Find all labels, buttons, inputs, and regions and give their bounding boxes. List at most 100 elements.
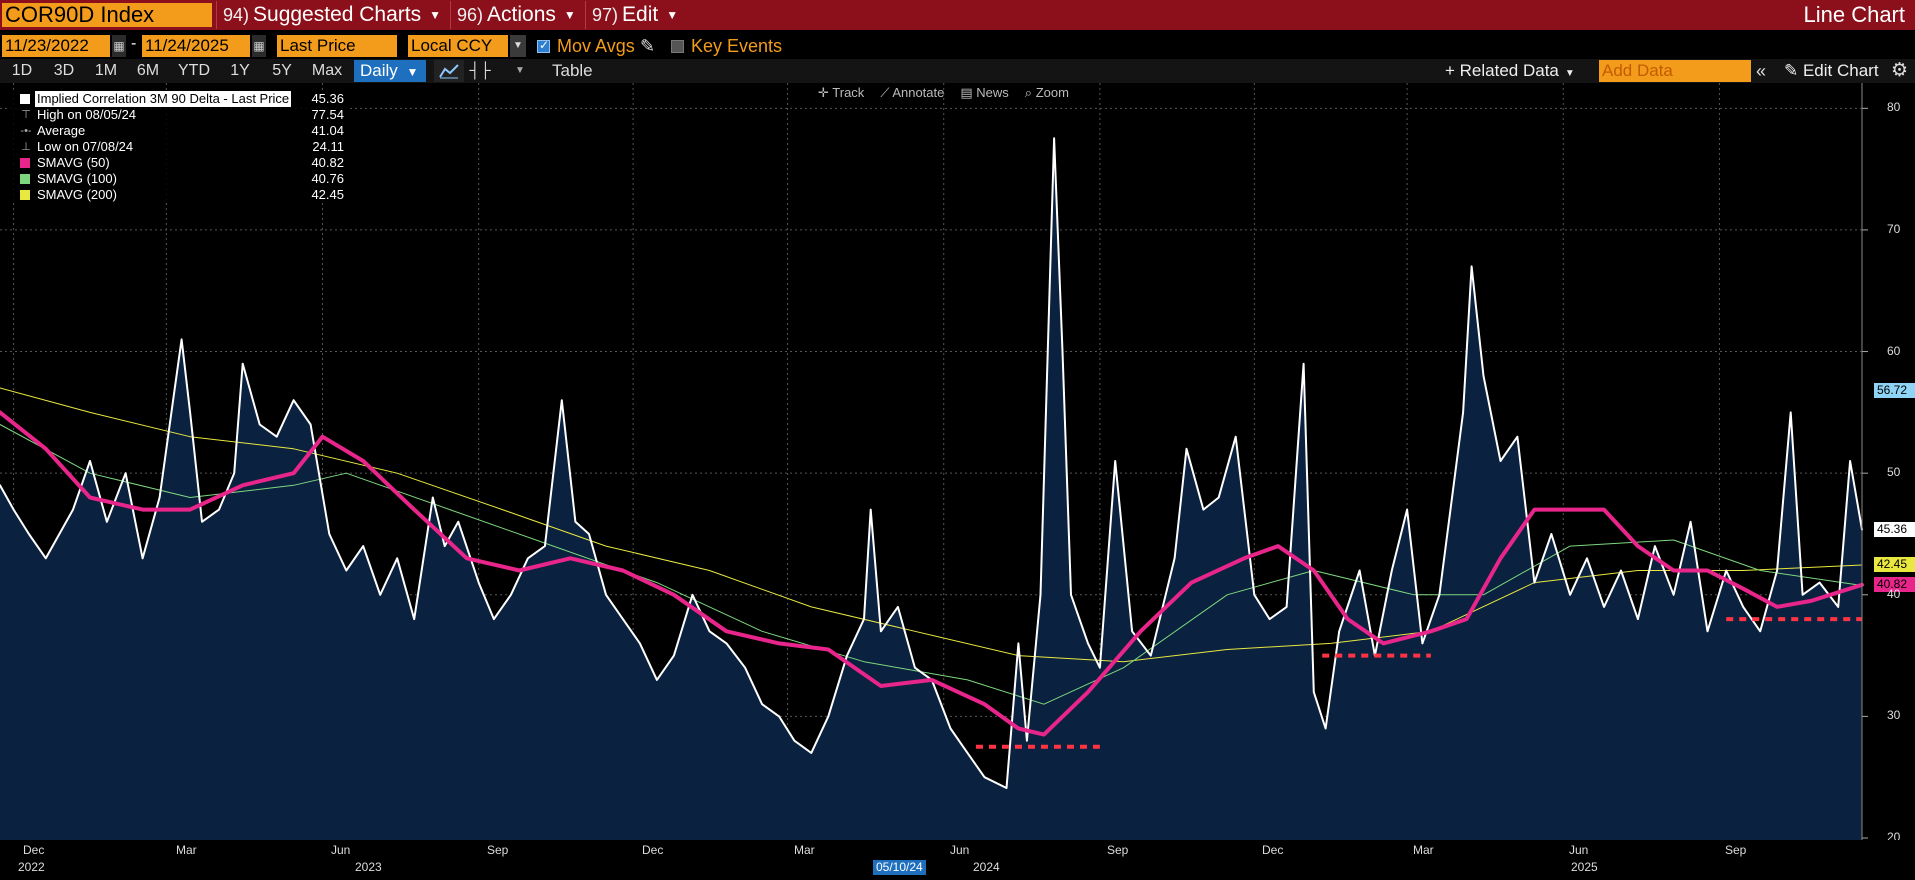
- annotate-icon: ⟋: [880, 85, 893, 100]
- caret-down-icon: ▼: [429, 8, 442, 22]
- legend-value: 77.54: [311, 107, 344, 122]
- title-bar: COR90D Index 94) Suggested Charts ▼ 96) …: [0, 0, 1915, 30]
- x-month-label: Dec: [1262, 843, 1284, 857]
- series-area-fill: [0, 138, 1862, 840]
- key-events-checkbox[interactable]: [671, 40, 684, 53]
- menu-label: Suggested Charts: [253, 3, 422, 26]
- legend-value: 40.82: [311, 155, 344, 170]
- news-label: News: [976, 85, 1009, 100]
- chevron-down-icon[interactable]: ▼: [505, 60, 535, 82]
- range-3d[interactable]: 3D: [48, 60, 80, 82]
- caret-down-icon: ▼: [1564, 68, 1575, 79]
- ticker-input[interactable]: COR90D Index: [2, 3, 212, 27]
- legend-row[interactable]: Implied Correlation 3M 90 Delta - Last P…: [8, 91, 350, 107]
- calendar-icon[interactable]: ▦: [112, 35, 126, 57]
- pencil-icon[interactable]: ✎: [640, 35, 655, 57]
- x-cursor-date: 05/10/24: [873, 860, 926, 875]
- toolbar-row: 1D 3D 1M 6M YTD 1Y 5Y Max Daily ▼ ┤├ ▼ T…: [0, 59, 1915, 83]
- x-year-label: 2023: [355, 860, 382, 874]
- legend-row[interactable]: ⊥ Low on 07/08/24 24.11: [8, 139, 350, 155]
- end-date-input[interactable]: 11/24/2025: [142, 35, 250, 57]
- chevron-down-icon[interactable]: ▼: [510, 35, 526, 57]
- legend-label: Average: [35, 123, 88, 139]
- actions-menu[interactable]: 96) Actions ▼: [450, 1, 586, 29]
- y-tick-label: 50: [1887, 465, 1901, 480]
- menu-number: 96): [457, 4, 484, 25]
- edit-chart-label: Edit Chart: [1802, 61, 1879, 80]
- legend-label: SMAVG (200): [37, 187, 117, 202]
- range-1d[interactable]: 1D: [6, 60, 38, 82]
- y-tag-smavg-200: 42.45: [1874, 556, 1915, 572]
- range-1y[interactable]: 1Y: [224, 60, 256, 82]
- x-month-label: Jun: [950, 843, 970, 857]
- caret-down-icon: ▼: [666, 8, 679, 22]
- y-tick-label: 40: [1887, 586, 1901, 601]
- x-month-label: Jun: [331, 843, 351, 857]
- x-month-label: Sep: [1107, 843, 1129, 857]
- currency-select[interactable]: Local CCY: [408, 35, 508, 57]
- start-date-input[interactable]: 11/23/2022: [2, 35, 110, 57]
- legend-label: High on 08/05/24: [35, 107, 139, 123]
- legend-swatch: [20, 174, 30, 184]
- range-max[interactable]: Max: [308, 60, 346, 82]
- y-tick-label: 80: [1887, 100, 1901, 115]
- edit-menu[interactable]: 97) Edit ▼: [585, 1, 688, 29]
- track-label: Track: [832, 85, 865, 100]
- news-tool[interactable]: ▤ News: [960, 83, 1008, 103]
- x-month-label: Jun: [1569, 843, 1589, 857]
- legend-row[interactable]: SMAVG (200) 42.45: [8, 187, 350, 203]
- high-marker-icon: ⊤: [21, 109, 31, 121]
- candlestick-icon[interactable]: ┤├: [465, 60, 495, 82]
- range-5y[interactable]: 5Y: [266, 60, 298, 82]
- related-data-button[interactable]: + Related Data ▼: [1445, 60, 1575, 85]
- edit-chart-button[interactable]: ✎ Edit Chart: [1784, 60, 1879, 82]
- pencil-icon: ✎: [1784, 61, 1803, 80]
- mov-avgs-label[interactable]: Mov Avgs: [557, 35, 635, 57]
- range-ytd[interactable]: YTD: [174, 60, 214, 82]
- legend-label: SMAVG (100): [37, 171, 117, 186]
- x-year-label: 2022: [18, 860, 45, 874]
- x-month-label: Sep: [1725, 843, 1747, 857]
- menu-number: 94): [223, 4, 250, 25]
- crosshair-icon: ✛: [818, 85, 833, 100]
- zoom-label: Zoom: [1035, 85, 1069, 100]
- range-1m[interactable]: 1M: [90, 60, 122, 82]
- x-month-label: Mar: [794, 843, 815, 857]
- y-tick-label: 60: [1887, 343, 1901, 358]
- legend-row[interactable]: SMAVG (100) 40.76: [8, 171, 350, 187]
- collapse-icon[interactable]: «: [1756, 60, 1766, 82]
- zoom-tool[interactable]: ⌕ Zoom: [1025, 83, 1069, 103]
- x-month-label: Mar: [176, 843, 197, 857]
- legend-label: Low on 07/08/24: [35, 139, 136, 155]
- line-chart-icon[interactable]: [434, 60, 464, 82]
- legend-row[interactable]: SMAVG (50) 40.82: [8, 155, 350, 171]
- average-marker-icon: -•-: [20, 125, 32, 137]
- mov-avgs-checkbox[interactable]: [537, 38, 550, 53]
- table-button[interactable]: Table: [552, 60, 593, 82]
- legend-value: 40.76: [311, 171, 344, 186]
- add-data-input[interactable]: Add Data: [1599, 60, 1751, 82]
- legend-value: 45.36: [311, 91, 344, 106]
- x-year-label: 2024: [973, 860, 1000, 874]
- price-area: [0, 138, 1862, 840]
- y-tag-56-72: 56.72: [1874, 383, 1915, 399]
- legend-row[interactable]: -•- Average 41.04: [8, 123, 350, 139]
- suggested-charts-menu[interactable]: 94) Suggested Charts ▼: [216, 1, 451, 29]
- field-select[interactable]: Last Price: [277, 35, 397, 57]
- annotate-tool[interactable]: ⟋ Annotate: [880, 83, 944, 103]
- menu-number: 97): [592, 4, 619, 25]
- key-events-label[interactable]: Key Events: [691, 35, 782, 57]
- calendar-icon[interactable]: ▦: [252, 35, 266, 57]
- frequency-select[interactable]: Daily ▼: [354, 60, 426, 82]
- legend-value: 41.04: [311, 123, 344, 138]
- legend-row[interactable]: ⊤ High on 08/05/24 77.54: [8, 107, 350, 123]
- track-tool[interactable]: ✛ Track: [818, 83, 864, 103]
- range-6m[interactable]: 6M: [132, 60, 164, 82]
- frequency-label: Daily: [360, 61, 398, 80]
- x-month-label: Dec: [642, 843, 664, 857]
- menu-label: Edit: [622, 3, 659, 26]
- y-tag-last-price: 45.36: [1874, 521, 1915, 537]
- gear-icon[interactable]: ⚙: [1891, 59, 1908, 83]
- chart-legend: Implied Correlation 3M 90 Delta - Last P…: [8, 91, 350, 203]
- news-icon: ▤: [960, 85, 977, 100]
